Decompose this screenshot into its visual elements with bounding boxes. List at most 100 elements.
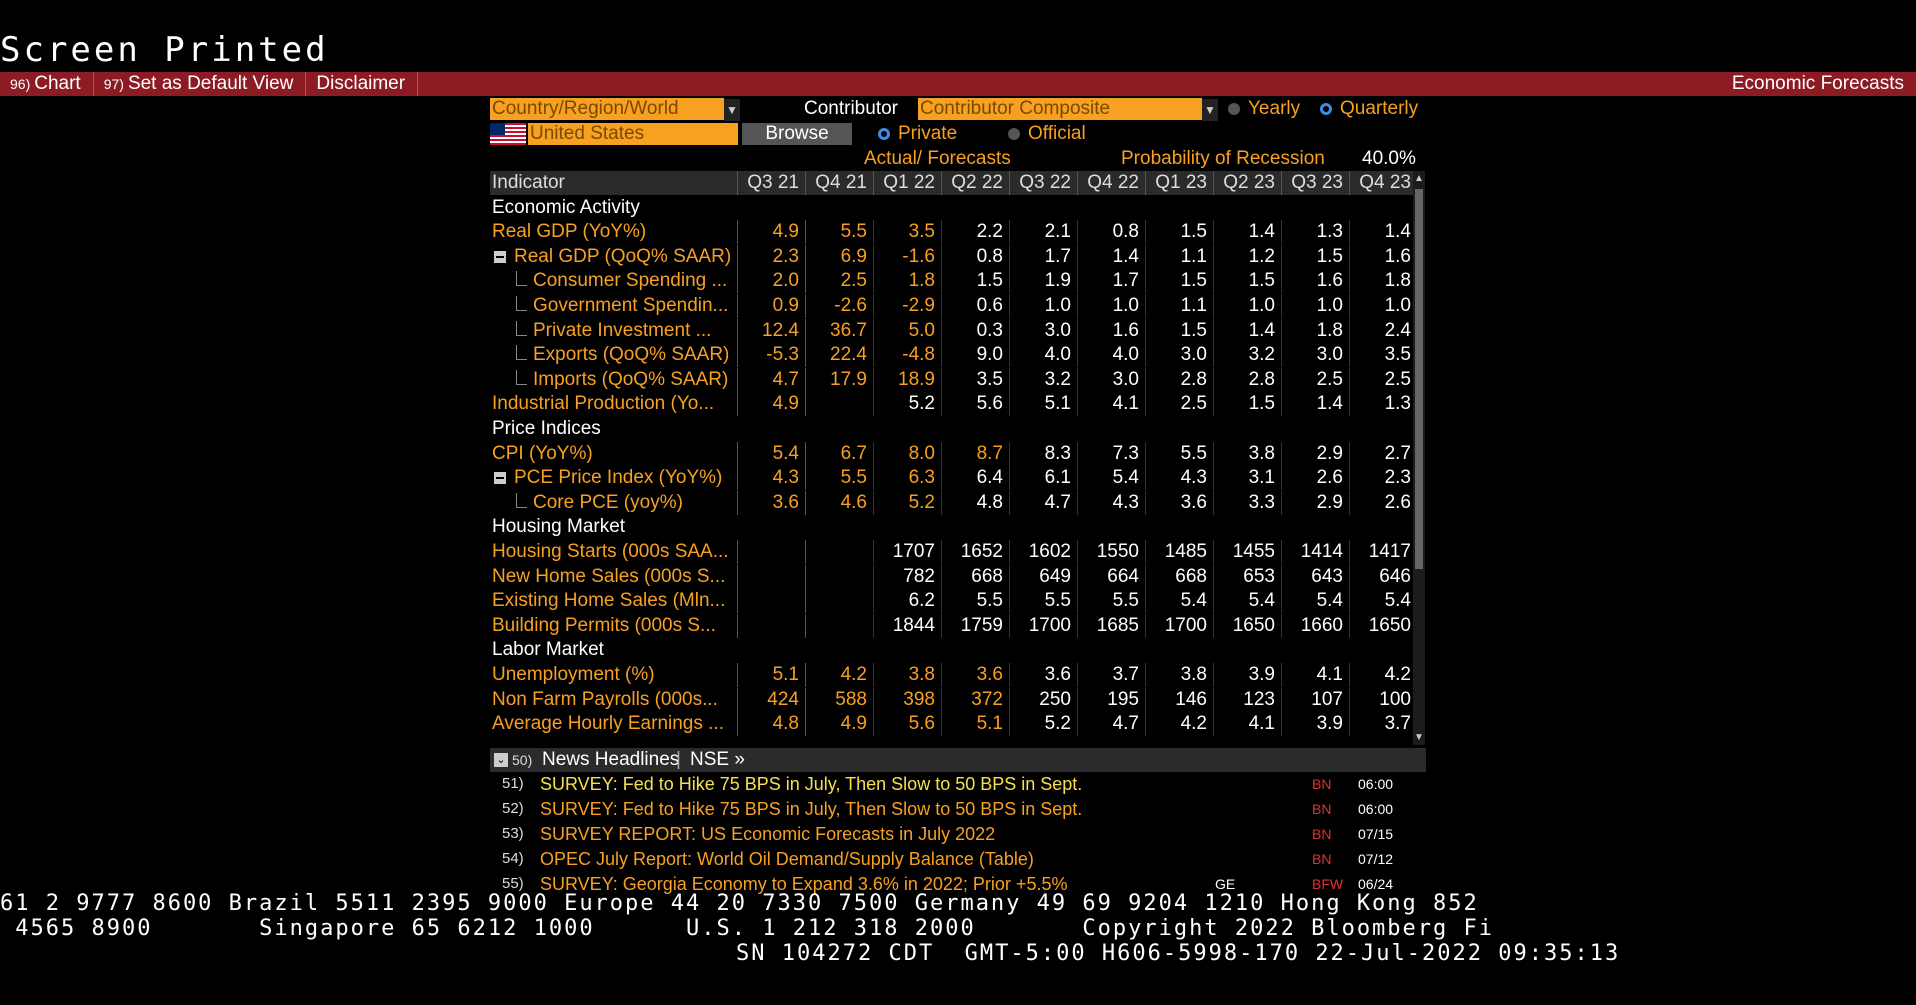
column-header[interactable]: Q1 22 xyxy=(873,171,941,195)
disclaimer-button[interactable]: Disclaimer xyxy=(306,72,419,96)
table-row[interactable]: Real GDP (QoQ% SAAR) 2.3 6.9 -1.6 0.8 1.7 1.4 1… xyxy=(490,245,1425,269)
indicator-label[interactable]: Real GDP (YoY%) xyxy=(490,220,740,244)
column-header[interactable]: Q3 23 xyxy=(1281,171,1349,195)
quarterly-label: Quarterly xyxy=(1340,98,1419,119)
indicator-label[interactable]: Unemployment (%) xyxy=(490,663,740,687)
news-headline: SURVEY REPORT: US Economic Forecasts in … xyxy=(540,824,996,844)
column-header[interactable]: Q1 23 xyxy=(1145,171,1213,195)
scroll-thumb[interactable] xyxy=(1415,189,1423,569)
value-cell: 5.6 xyxy=(873,712,941,736)
indicator-label[interactable]: Private Investment ... xyxy=(490,319,738,343)
table-row[interactable]: Housing Starts (000s SAA... 1707 1652 1602 1… xyxy=(490,540,1425,564)
value-cell: 2.9 xyxy=(1281,491,1349,515)
indicator-label[interactable]: PCE Price Index (YoY%) xyxy=(490,466,738,490)
region-dropdown-arrow[interactable]: ▼ xyxy=(724,98,740,121)
column-header[interactable]: Q2 22 xyxy=(941,171,1009,195)
indicator-label[interactable]: Government Spendin... xyxy=(490,294,738,318)
table-row[interactable]: CPI (YoY%) 5.4 6.7 8.0 8.7 8.3 7.3 5.5 3.8 2.9 2.7 xyxy=(490,442,1425,466)
value-cell: 6.3 xyxy=(873,466,941,490)
table-row[interactable]: Real GDP (YoY%) 4.9 5.5 3.5 2.2 2.1 0.8 1.5 1.4 1… xyxy=(490,220,1425,244)
table-row[interactable]: Unemployment (%) 5.1 4.2 3.8 3.6 3.6 3.7 3.8 3.9… xyxy=(490,663,1425,687)
indicator-label[interactable]: CPI (YoY%) xyxy=(490,442,740,466)
news-item[interactable]: 54) OPEC July Report: World Oil Demand/Su… xyxy=(490,847,1426,871)
collapse-icon[interactable]: ⌄ xyxy=(494,753,508,767)
column-header[interactable]: Q3 22 xyxy=(1009,171,1077,195)
column-header[interactable]: Q3 21 xyxy=(737,171,805,195)
value-cell: 0.8 xyxy=(1077,220,1145,244)
chart-button[interactable]: 96) Chart xyxy=(0,72,94,96)
quarterly-radio[interactable]: Quarterly xyxy=(1320,98,1418,120)
official-radio[interactable]: Official xyxy=(1008,123,1086,145)
news-item[interactable]: 52) SURVEY: Fed to Hike 75 BPS in July, T… xyxy=(490,797,1426,821)
table-row[interactable]: Private Investment ... 12.4 36.7 5.0 0.3 3.0 1… xyxy=(490,319,1425,343)
news-source-link[interactable]: NSE » xyxy=(690,748,745,772)
indicator-label[interactable]: Real GDP (QoQ% SAAR) xyxy=(490,245,738,269)
value-cell: 18.9 xyxy=(873,368,941,392)
table-row[interactable]: Core PCE (yoy%) 3.6 4.6 5.2 4.8 4.7 4.3 3.6 3.3 2… xyxy=(490,491,1425,515)
indicator-name: PCE Price Index (YoY%) xyxy=(514,467,723,488)
column-header[interactable]: Q4 23 xyxy=(1349,171,1417,195)
value-cell: 4.7 xyxy=(1009,491,1077,515)
value-cell: 4.7 xyxy=(737,368,805,392)
indicator-label[interactable]: Exports (QoQ% SAAR) xyxy=(490,343,738,367)
disclaimer-label: Disclaimer xyxy=(316,73,406,94)
indicator-label[interactable]: Consumer Spending ... xyxy=(490,269,738,293)
scroll-up-icon[interactable]: ▲ xyxy=(1413,173,1425,184)
indicator-label[interactable]: Existing Home Sales (Mln... xyxy=(490,589,740,613)
news-item[interactable]: 53) SURVEY REPORT: US Economic Forecasts … xyxy=(490,822,1426,846)
table-row[interactable]: Industrial Production (Yo... 4.9 5.2 5.6 5.1… xyxy=(490,392,1425,416)
table-row[interactable]: Non Farm Payrolls (000s... 424 588 398 372 25… xyxy=(490,688,1425,712)
table-row[interactable]: Consumer Spending ... 2.0 2.5 1.8 1.5 1.9 1.7 1… xyxy=(490,269,1425,293)
private-radio[interactable]: Private xyxy=(878,123,957,145)
column-header[interactable]: Q4 21 xyxy=(805,171,873,195)
indicator-label[interactable]: Building Permits (000s S... xyxy=(490,614,740,638)
collapse-tree-icon[interactable] xyxy=(494,250,506,263)
table-scrollbar[interactable]: ▲ ▼ xyxy=(1413,171,1425,745)
value-cell: 100 xyxy=(1349,688,1417,712)
set-default-view-button[interactable]: 97) Set as Default View xyxy=(94,72,307,96)
indicator-label[interactable]: Core PCE (yoy%) xyxy=(490,491,738,515)
value-cell: 2.3 xyxy=(737,245,805,269)
table-row[interactable]: Average Hourly Earnings ... 4.8 4.9 5.6 5.1 5… xyxy=(490,712,1425,736)
contributor-select[interactable]: Contributor Composite xyxy=(918,98,1202,120)
table-row[interactable]: New Home Sales (000s S... 782 668 649 664 668… xyxy=(490,565,1425,589)
indicator-label[interactable]: Imports (QoQ% SAAR) xyxy=(490,368,738,392)
contributor-dropdown-arrow[interactable]: ▼ xyxy=(1202,98,1218,121)
table-row[interactable]: Exports (QoQ% SAAR) -5.3 22.4 -4.8 9.0 4.0 4.0… xyxy=(490,343,1425,367)
value-cell xyxy=(805,540,873,564)
news-item[interactable]: 51) SURVEY: Fed to Hike 75 BPS in July, T… xyxy=(490,772,1426,796)
indicator-name: Government Spendin... xyxy=(533,295,729,316)
indicator-label[interactable]: Non Farm Payrolls (000s... xyxy=(490,688,740,712)
table-row[interactable]: Government Spendin... 0.9 -2.6 -2.9 0.6 1.0 1.… xyxy=(490,294,1425,318)
value-cell: 5.6 xyxy=(941,392,1009,416)
indicator-name: Real GDP (QoQ% SAAR) xyxy=(514,246,732,267)
indicator-label[interactable]: Housing Starts (000s SAA... xyxy=(490,540,740,564)
value-cell: 12.4 xyxy=(737,319,805,343)
table-row[interactable]: Imports (QoQ% SAAR) 4.7 17.9 18.9 3.5 3.2 3.0 2… xyxy=(490,368,1425,392)
collapse-tree-icon[interactable] xyxy=(494,471,506,484)
tree-branch-icon xyxy=(516,321,527,336)
value-cell: 4.1 xyxy=(1077,392,1145,416)
indicator-header: Indicator xyxy=(492,172,565,193)
value-cell: 9.0 xyxy=(941,343,1009,367)
yearly-radio[interactable]: Yearly xyxy=(1228,98,1300,120)
indicator-label[interactable]: Industrial Production (Yo... xyxy=(490,392,740,416)
column-header[interactable]: Q4 22 xyxy=(1077,171,1145,195)
table-row[interactable]: PCE Price Index (YoY%) 4.3 5.5 6.3 6.4 6.1 5.4… xyxy=(490,466,1425,490)
indicator-label[interactable]: New Home Sales (000s S... xyxy=(490,565,740,589)
value-cell: 1.4 xyxy=(1213,319,1281,343)
scroll-down-icon[interactable]: ▼ xyxy=(1413,732,1425,743)
indicator-label[interactable]: Average Hourly Earnings ... xyxy=(490,712,740,736)
news-number: 52) xyxy=(502,800,524,817)
browse-button[interactable]: Browse xyxy=(742,123,852,145)
value-cell: 5.1 xyxy=(941,712,1009,736)
table-row[interactable]: Existing Home Sales (Mln... 6.2 5.5 5.5 5.5 5… xyxy=(490,589,1425,613)
screen-title: Screen Printed xyxy=(0,30,329,70)
country-field[interactable]: United States xyxy=(528,123,738,145)
table-row[interactable]: Building Permits (000s S... 1844 1759 1700 1… xyxy=(490,614,1425,638)
column-header[interactable]: Q2 23 xyxy=(1213,171,1281,195)
region-select[interactable]: Country/Region/World xyxy=(490,98,724,120)
news-headlines-label[interactable]: News Headlines xyxy=(542,748,679,772)
value-cell: 2.6 xyxy=(1281,466,1349,490)
indicator-name: Industrial Production (Yo... xyxy=(492,393,715,414)
